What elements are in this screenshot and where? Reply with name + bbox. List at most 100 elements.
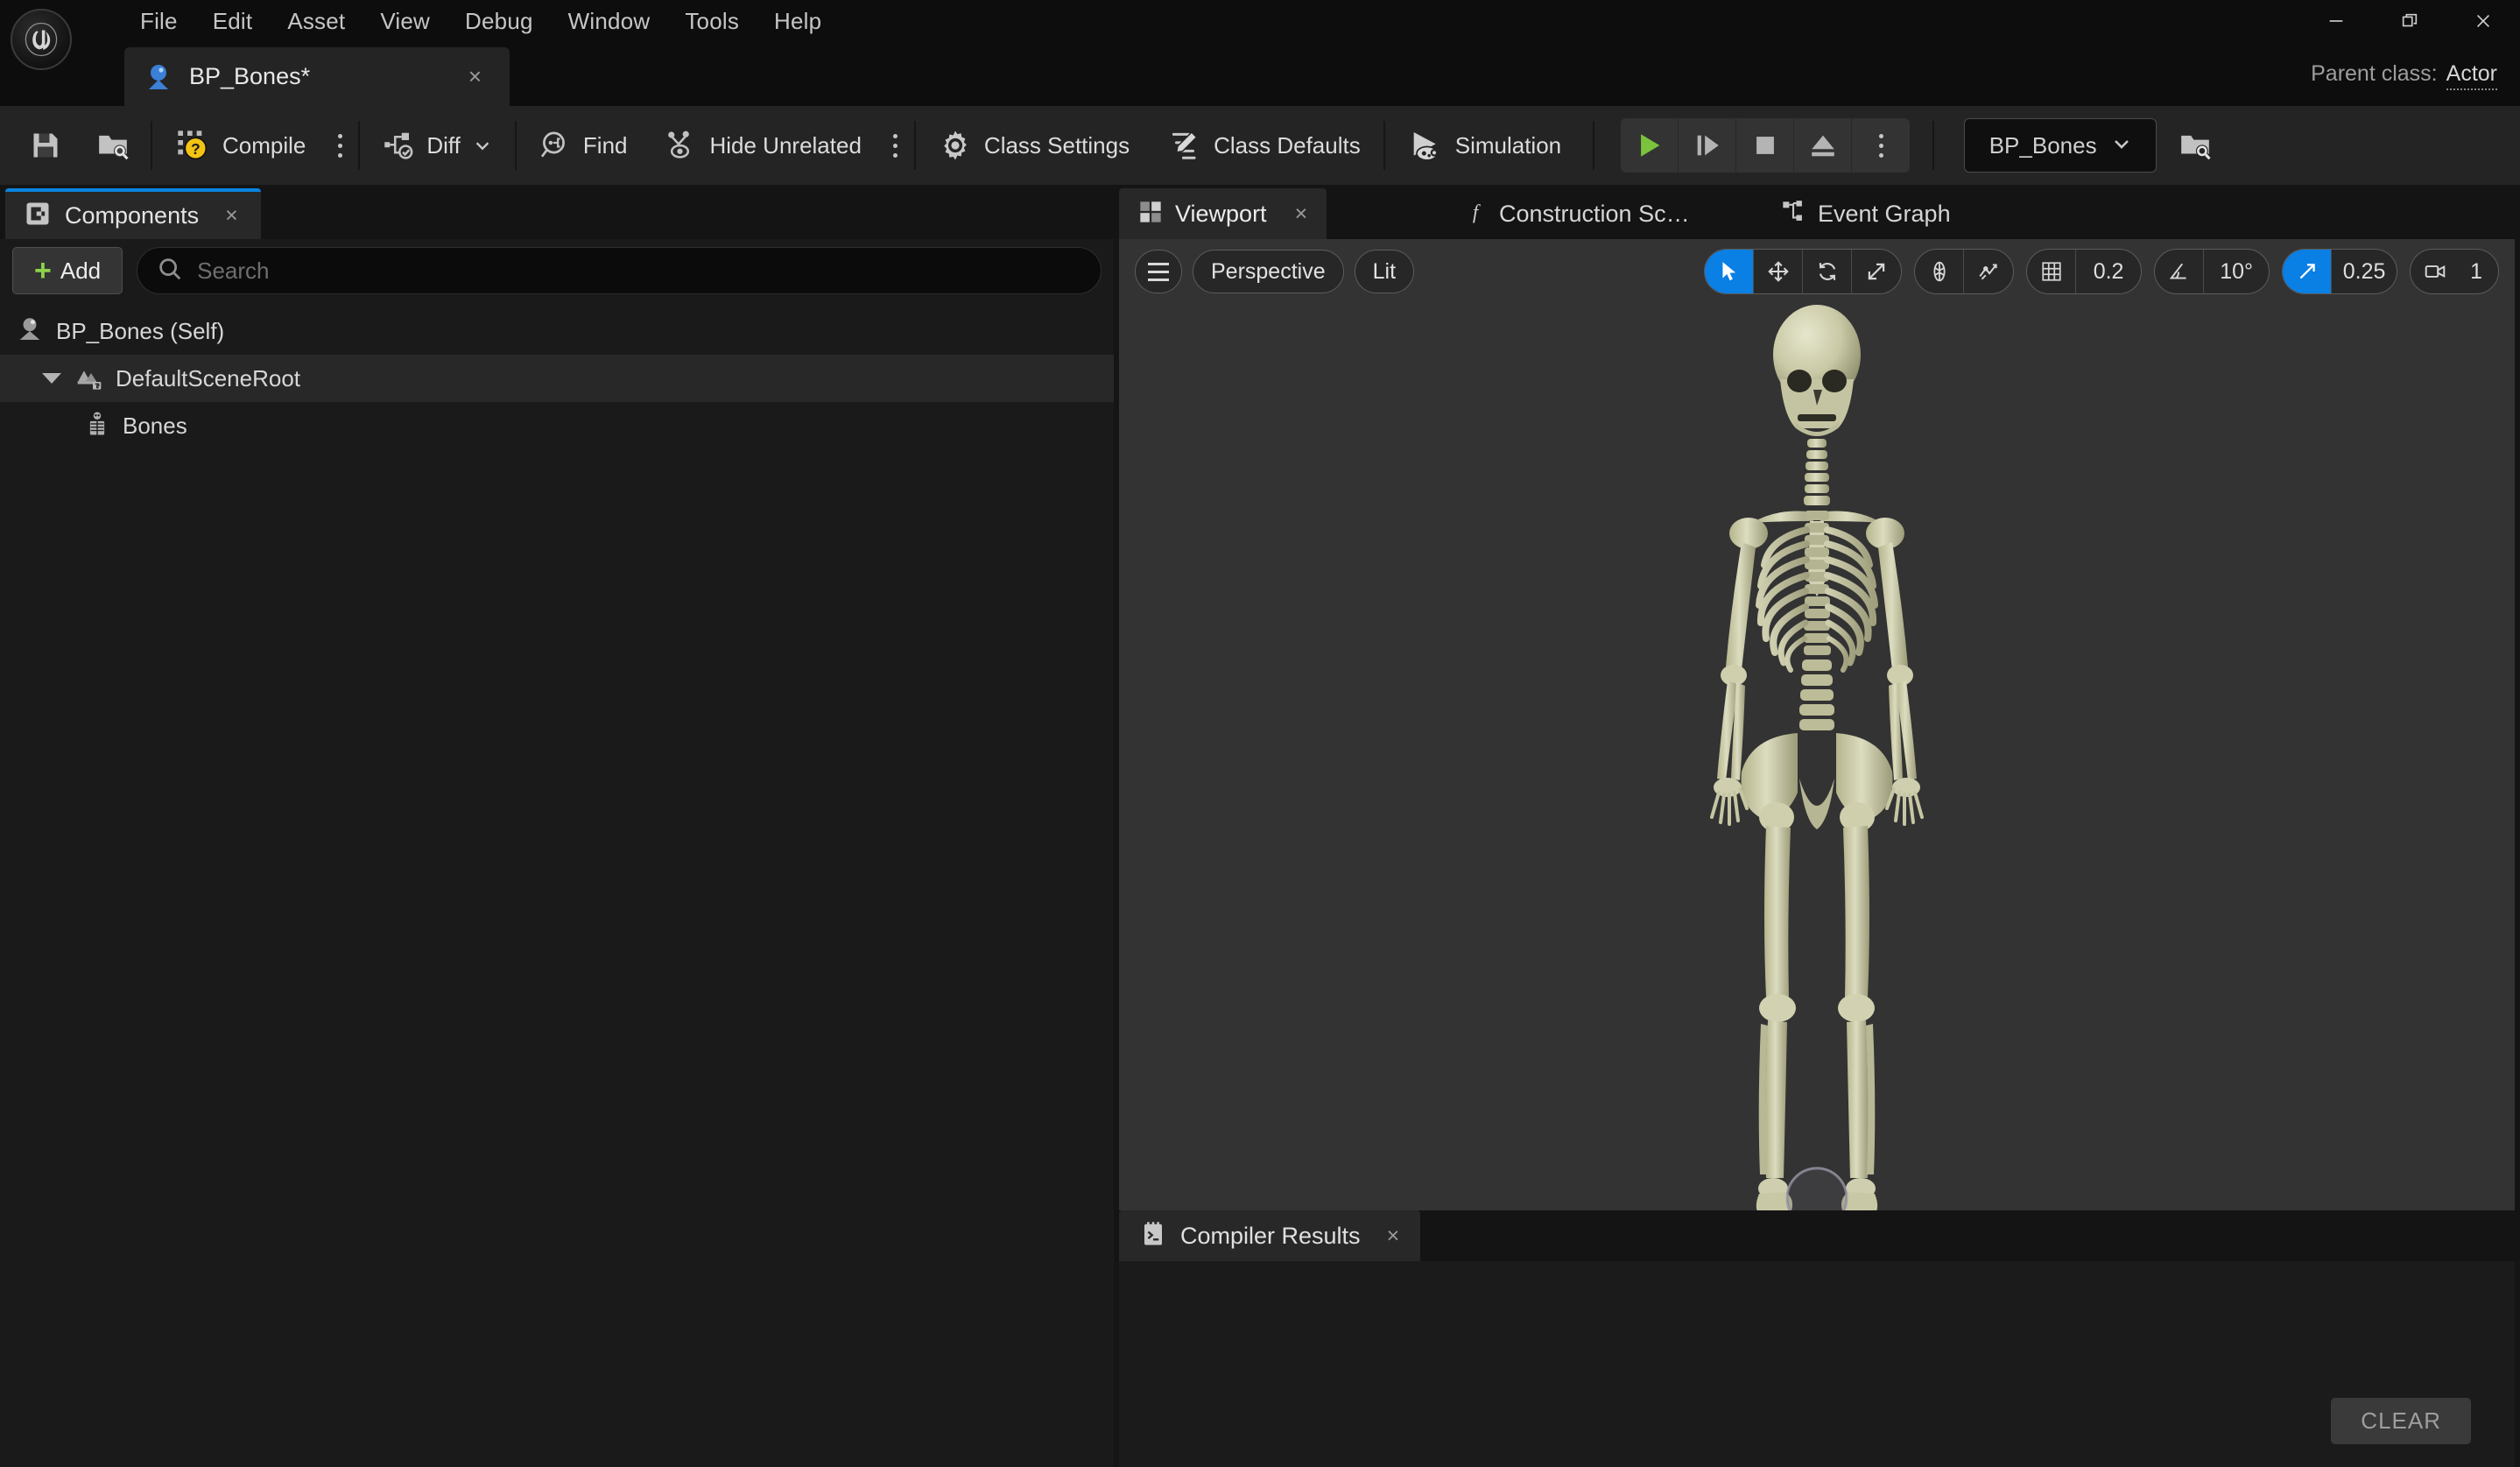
tree-row[interactable]: BP_Bones (Self) [0,307,1114,355]
compiler-results-tab-bar: Compiler Results × [1114,1210,2520,1261]
clear-button[interactable]: CLEAR [2331,1398,2471,1444]
menu-asset[interactable]: Asset [270,4,363,39]
angle-snap-icon[interactable] [2155,250,2205,293]
title-bar: File Edit Asset View Debug Window Tools … [0,0,2520,42]
tab-construction-script[interactable]: f Construction Sc… [1445,188,1709,239]
stop-button[interactable] [1736,118,1795,173]
asset-tab-bar: BP_Bones* × Parent class: Actor [0,42,2520,106]
compile-button[interactable]: ? Compile [159,116,321,174]
find-button[interactable]: Find [524,116,644,174]
simulation-label: Simulation [1454,131,1562,159]
svg-text:?: ? [191,140,201,158]
tree-item-label: DefaultSceneRoot [116,364,301,391]
browse-content-button[interactable] [2169,118,2221,173]
angle-snap-value[interactable]: 10° [2204,250,2269,293]
tree-row[interactable]: DefaultSceneRoot [0,355,1114,402]
component-tree: BP_Bones (Self) DefaultSceneRoot Bones [0,307,1114,1467]
diff-icon [383,130,414,161]
eject-button[interactable] [1794,118,1853,173]
tab-components[interactable]: Components × [5,188,261,239]
rotate-tool-icon[interactable] [1803,250,1853,293]
menu-window[interactable]: Window [551,4,668,39]
compiler-results-panel: Compiler Results × CLEAR [1114,1210,2520,1467]
tree-row[interactable]: Bones [0,402,1114,449]
view-mode-label: Lit [1372,258,1397,284]
browse-folder-icon [96,129,130,162]
tab-viewport[interactable]: Viewport × [1119,188,1327,239]
components-search-input[interactable]: Search [137,247,1102,294]
compiler-results-log[interactable]: CLEAR [1119,1261,2515,1467]
translate-tool-icon[interactable] [1754,250,1804,293]
tab-compiler-results[interactable]: Compiler Results × [1119,1210,1421,1261]
tree-item-label: BP_Bones (Self) [56,317,225,344]
hide-unrelated-options-menu[interactable] [881,116,911,174]
play-button[interactable] [1621,118,1679,173]
toolbar-simulation-group: Simulation [1389,106,1580,185]
menu-file[interactable]: File [123,4,195,39]
scale-tool-icon[interactable] [1852,250,1901,293]
menu-edit[interactable]: Edit [195,4,271,39]
menu-help[interactable]: Help [757,4,839,39]
diff-button[interactable]: Diff [367,116,508,174]
grid-snap-icon[interactable] [2027,250,2077,293]
compiler-results-close-icon[interactable]: × [1387,1224,1400,1249]
right-leg [1838,802,1888,1235]
class-settings-button[interactable]: Class Settings [923,116,1145,174]
cervical-spine [1804,439,1830,505]
play-controls-group [1621,118,1911,173]
asset-tab-close-icon[interactable]: × [460,58,490,95]
simulation-button[interactable]: Simulation [1392,116,1577,174]
blueprint-select-dropdown[interactable]: BP_Bones [1964,118,2157,173]
minimize-icon[interactable] [2299,0,2373,42]
parent-class-link[interactable]: Actor [2446,61,2497,90]
view-mode-dropdown[interactable]: Lit [1354,250,1415,293]
world-coordinate-icon[interactable] [1915,250,1965,293]
add-component-label: Add [60,257,102,284]
close-icon[interactable] [2446,0,2520,42]
tab-viewport-close-icon[interactable]: × [1295,201,1308,227]
camera-speed-value[interactable]: 1 [2460,250,2498,293]
components-icon [25,201,51,231]
camera-speed-icon[interactable] [2411,250,2460,293]
grid-snap-cluster: 0.2 [2026,249,2143,294]
components-panel: Components × + Add Search BP_Bones (Self… [0,188,1114,1467]
asset-tab-label: BP_Bones* [189,63,311,89]
class-defaults-button[interactable]: Class Defaults [1152,116,1376,174]
menu-tools[interactable]: Tools [667,4,757,39]
camera-mode-dropdown[interactable]: Perspective [1193,250,1344,293]
surface-snap-icon[interactable] [1964,250,2013,293]
restore-icon[interactable] [2373,0,2446,42]
tab-event-graph[interactable]: Event Graph [1762,188,1970,239]
viewport-right-tools: 0.2 10° 0.25 1 [1704,249,2499,294]
viewport-options-menu-icon[interactable] [1135,250,1182,293]
scale-snap-value[interactable]: 0.25 [2332,250,2397,293]
save-icon [30,130,61,161]
menu-debug[interactable]: Debug [447,4,551,39]
components-tab-close-icon[interactable]: × [225,203,238,229]
toolbar-separator [514,121,517,170]
save-button[interactable] [16,116,75,174]
scale-snap-icon[interactable] [2283,250,2333,293]
menu-view[interactable]: View [363,4,447,39]
select-tool-icon[interactable] [1705,250,1755,293]
compile-options-menu[interactable] [325,116,355,174]
toolbar-separator [358,121,361,170]
hide-unrelated-button[interactable]: Hide Unrelated [650,116,876,174]
find-icon [539,130,571,161]
toolbar-separator [1932,121,1935,170]
grid-snap-value[interactable]: 0.2 [2076,250,2141,293]
add-component-button[interactable]: + Add [12,247,123,294]
skip-frame-button[interactable] [1679,118,1737,173]
expand-triangle-icon[interactable] [42,373,61,384]
asset-tab-bp-bones[interactable]: BP_Bones* × [124,47,510,106]
svg-text:f: f [1473,201,1481,222]
compile-status-icon: ? [175,128,210,163]
play-options-menu[interactable] [1852,118,1910,173]
unreal-engine-logo-icon[interactable] [11,9,72,70]
class-defaults-label: Class Defaults [1214,131,1361,159]
compiler-results-tab-label: Compiler Results [1180,1222,1361,1249]
search-icon [157,256,183,286]
toolbar-separator [151,121,152,170]
browse-to-asset-button[interactable] [82,116,144,174]
components-search-placeholder: Search [197,257,270,284]
